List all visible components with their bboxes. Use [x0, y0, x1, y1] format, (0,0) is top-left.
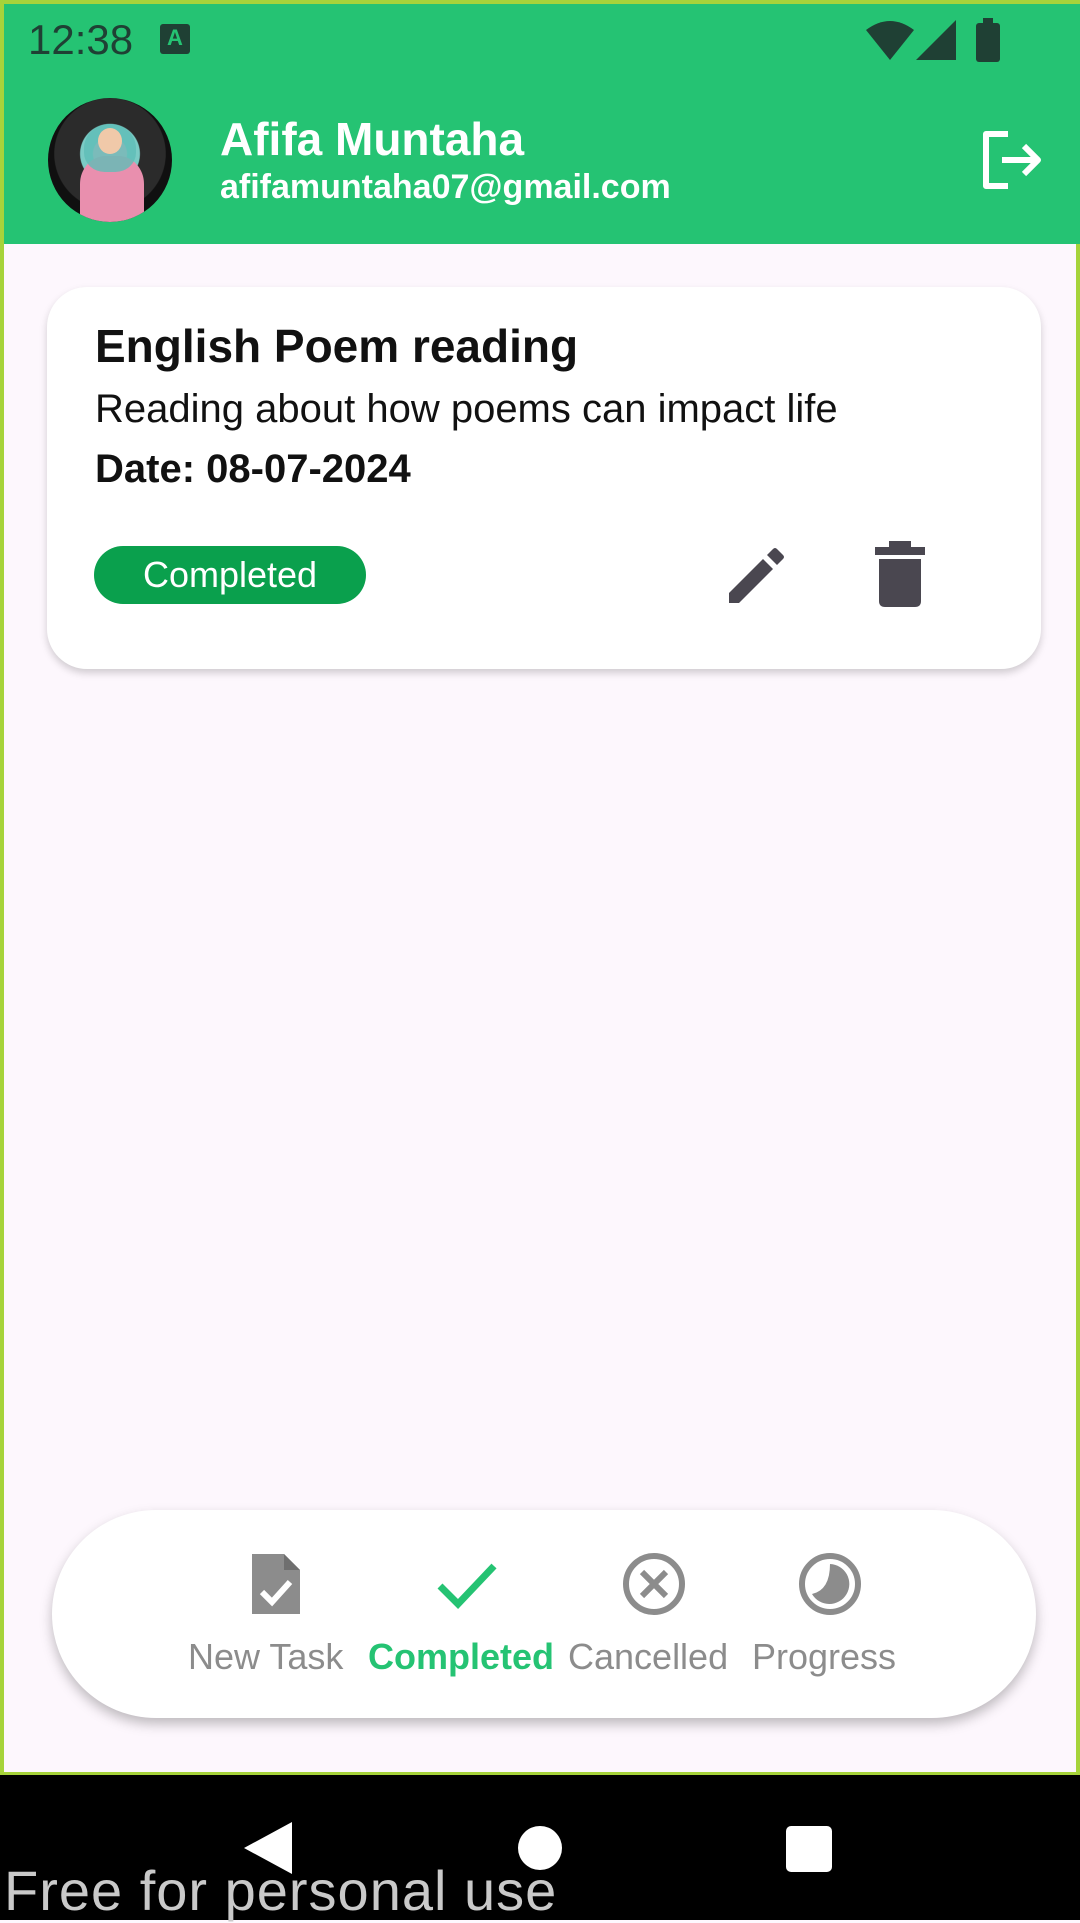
- battery-icon: [976, 18, 1000, 62]
- nav-label-completed: Completed: [368, 1636, 555, 1677]
- user-name: Afifa Muntaha: [220, 113, 525, 165]
- nav-label-new-task: New Task: [188, 1636, 344, 1677]
- nav-label-cancelled: Cancelled: [568, 1636, 729, 1677]
- app-bar: 12:38 Afifa Muntaha afifamuntaha07@gmail…: [4, 4, 1080, 244]
- nav-label-progress: Progress: [752, 1636, 897, 1677]
- delete-icon[interactable]: [869, 541, 931, 607]
- task-description: Reading about how poems can impact life: [95, 387, 838, 431]
- recents-icon[interactable]: [786, 1826, 832, 1872]
- status-bar: 12:38: [4, 4, 1080, 76]
- cancel-circle-icon: [623, 1553, 685, 1615]
- task-title: English Poem reading: [95, 320, 579, 372]
- signal-icon: [916, 20, 956, 60]
- avatar[interactable]: [48, 98, 172, 222]
- document-check-icon: [252, 1554, 300, 1614]
- notification-a-icon: [160, 24, 190, 54]
- logout-icon[interactable]: [980, 128, 1044, 192]
- check-icon: [437, 1563, 497, 1610]
- task-date: Date: 08-07-2024: [95, 447, 411, 491]
- status-badge: Completed: [94, 546, 366, 604]
- edit-icon[interactable]: [723, 541, 791, 609]
- task-card[interactable]: English Poem reading Reading about how p…: [47, 287, 1041, 669]
- wifi-icon: [866, 21, 914, 60]
- bottom-navigation: New Task Completed Cancelled Progress: [52, 1510, 1036, 1718]
- status-time: 12:38: [28, 16, 134, 63]
- watermark-text: Free for personal use: [4, 1859, 558, 1922]
- app-screen: 12:38 Afifa Muntaha afifamuntaha07@gmail…: [0, 0, 1080, 1775]
- user-email: afifamuntaha07@gmail.com: [220, 168, 671, 206]
- progress-circle-icon: [799, 1553, 861, 1615]
